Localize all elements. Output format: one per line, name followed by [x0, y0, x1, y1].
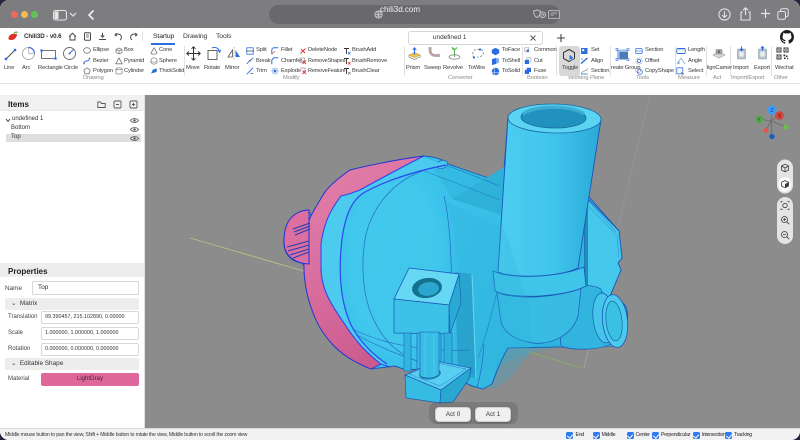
svg-text:Z: Z [770, 108, 773, 114]
